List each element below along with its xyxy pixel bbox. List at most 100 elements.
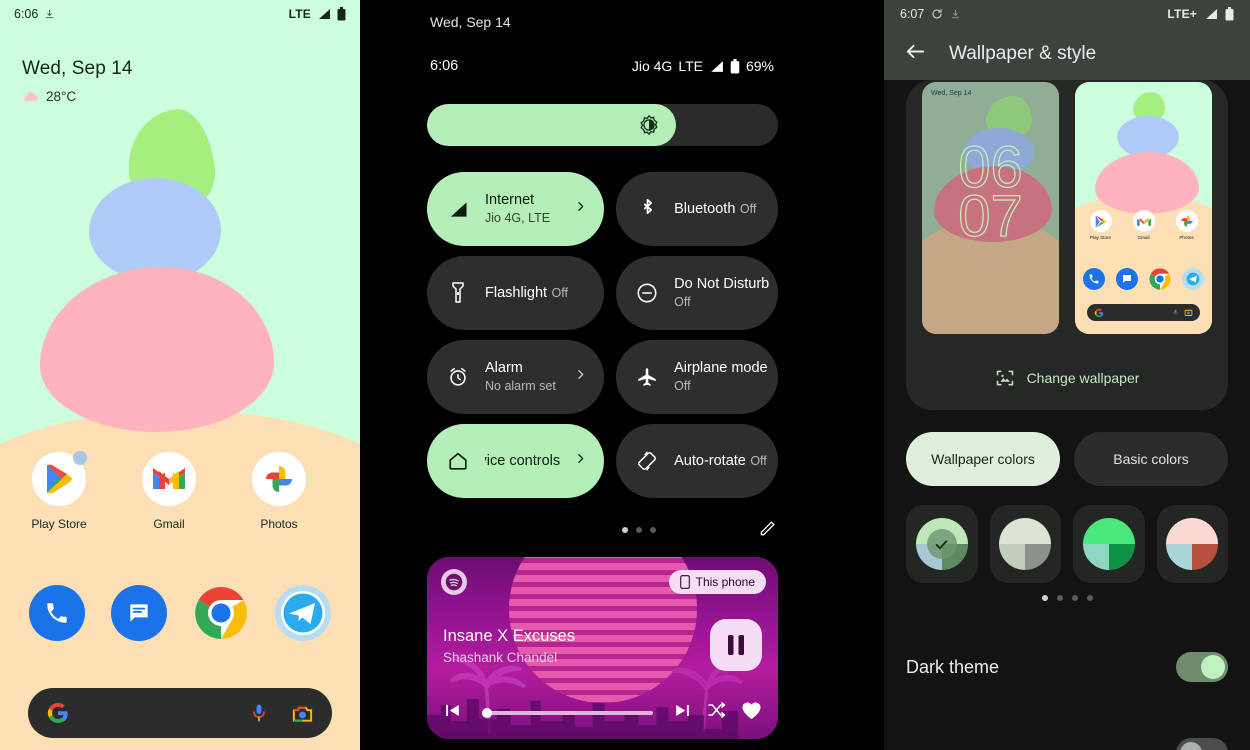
qs-tile-airplane-mode[interactable]: Airplane mode Off: [616, 340, 778, 414]
home-screen-panel: 6:06 LTE Wed, Sep 14 28°C Play Store Gma…: [0, 0, 360, 750]
qs-tile-title: Airplane mode: [674, 360, 768, 376]
next-setting-row-partial[interactable]: [906, 738, 1228, 750]
spotify-icon[interactable]: [441, 569, 467, 595]
wallpaper-preview-card: Wed, Sep 14 06 07 Play Store Gmail Photo…: [906, 80, 1228, 410]
qs-tile-bluetooth[interactable]: Bluetooth Off: [616, 172, 778, 246]
heart-icon[interactable]: [741, 701, 762, 725]
page-dot[interactable]: [1071, 595, 1078, 601]
app-photos[interactable]: Photos: [238, 452, 320, 531]
app-play-store[interactable]: Play Store: [18, 451, 100, 531]
qs-tile-subtitle: Off: [739, 202, 757, 216]
media-artist: Shashank Chandel: [443, 650, 558, 665]
qs-tile-subtitle: Jio 4G, LTE: [485, 211, 551, 225]
media-play-pause-button[interactable]: [710, 619, 762, 671]
pencil-edit-icon[interactable]: [758, 518, 778, 543]
qs-tile-title: Device controls: [485, 453, 561, 469]
dark-theme-row[interactable]: Dark theme: [906, 652, 1228, 682]
preview-lock-date: Wed, Sep 14: [931, 90, 972, 97]
status-time: 6:07: [900, 7, 925, 21]
home-screen-preview[interactable]: Play Store Gmail Photos: [1075, 82, 1212, 334]
preview-app-label: Gmail: [1137, 235, 1150, 240]
settings-app-bar: Wallpaper & style: [884, 28, 1250, 80]
chevron-right-icon[interactable]: [574, 368, 588, 386]
color-swatch-1[interactable]: [906, 505, 978, 583]
app-gmail[interactable]: Gmail: [128, 452, 210, 531]
chrome-icon: [195, 587, 247, 639]
page-indicator-dots: [622, 527, 656, 533]
qs-tile-auto-rotate[interactable]: Auto-rotate Off: [616, 424, 778, 498]
media-output-label: This phone: [695, 575, 755, 589]
chevron-right-icon[interactable]: [574, 452, 588, 470]
skip-next-icon[interactable]: [673, 701, 692, 725]
image-picker-icon: [996, 370, 1013, 386]
battery-icon: [337, 7, 346, 21]
messages-icon: [1116, 268, 1138, 290]
play-store-icon: [1089, 210, 1112, 232]
preview-stone-pink: [1095, 152, 1199, 214]
page-dot[interactable]: [622, 527, 628, 533]
three-panel-screenshot: 6:06 LTE Wed, Sep 14 28°C Play Store Gma…: [0, 0, 1250, 750]
dock-chrome[interactable]: [193, 585, 249, 641]
media-output-chip[interactable]: This phone: [668, 570, 766, 594]
microphone-icon[interactable]: [249, 702, 269, 724]
qs-tile-internet[interactable]: Internet Jio 4G, LTE: [427, 172, 605, 246]
preview-lock-clock: 06 07: [922, 138, 1059, 246]
google-g-icon: [47, 702, 68, 724]
battery-percent: 69%: [745, 58, 774, 74]
status-bar-right: LTE: [289, 7, 346, 21]
tab-basic-colors[interactable]: Basic colors: [1074, 432, 1228, 486]
auto-rotate-icon: [932, 9, 942, 19]
app-label: Photos: [260, 517, 298, 531]
home-clock-widget[interactable]: Wed, Sep 14 28°C: [22, 58, 133, 104]
dock-messages[interactable]: [111, 585, 167, 641]
tab-wallpaper-colors[interactable]: Wallpaper colors: [906, 432, 1060, 486]
swatch-quadrant: [1166, 544, 1193, 570]
qs-tile-title: Bluetooth: [674, 201, 736, 217]
color-swatch-4[interactable]: [1156, 505, 1228, 583]
qs-tile-do-not-disturb[interactable]: Do Not Disturb Off: [616, 256, 778, 330]
page-dot[interactable]: [636, 527, 642, 533]
flashlight-icon: [445, 280, 471, 306]
media-player-card[interactable]: This phone Insane X Excuses Shashank Cha…: [427, 557, 778, 739]
settings-status-left: 6:07: [900, 7, 961, 21]
brightness-slider[interactable]: [427, 104, 778, 146]
skip-previous-icon[interactable]: [443, 701, 462, 725]
auto-rotate-icon: [634, 448, 660, 474]
dock-telegram[interactable]: [275, 585, 331, 641]
signal-icon: [1206, 9, 1217, 19]
qs-tile-device-controls[interactable]: Device controls: [427, 424, 605, 498]
qs-tile-subtitle: Off: [674, 379, 691, 393]
media-seek-bar[interactable]: [482, 707, 653, 718]
page-dot[interactable]: [1041, 595, 1048, 601]
media-seek-knob[interactable]: [482, 707, 492, 718]
google-lens-icon[interactable]: [291, 702, 314, 725]
signal-icon: [445, 196, 471, 222]
home-dock: [0, 585, 360, 641]
lock-screen-preview[interactable]: Wed, Sep 14 06 07: [922, 82, 1059, 334]
qs-tile-text: Flashlight Off: [485, 284, 596, 302]
network-type-label: LTE+: [1167, 7, 1197, 21]
next-setting-toggle[interactable]: [1176, 738, 1228, 750]
back-arrow-icon[interactable]: [904, 40, 927, 68]
qs-tile-alarm[interactable]: Alarm No alarm set: [427, 340, 605, 414]
color-swatch-2[interactable]: [989, 505, 1061, 583]
page-dot[interactable]: [1086, 595, 1093, 601]
qs-tile-flashlight[interactable]: Flashlight Off: [427, 256, 605, 330]
color-swatch-3[interactable]: [1073, 505, 1145, 583]
home-temperature: 28°C: [46, 89, 77, 104]
home-weather[interactable]: 28°C: [22, 89, 133, 104]
dock-phone[interactable]: [29, 585, 85, 641]
app-label: Gmail: [153, 517, 185, 531]
dark-theme-toggle[interactable]: [1176, 652, 1228, 682]
color-source-tabs: Wallpaper colors Basic colors: [906, 432, 1228, 486]
change-wallpaper-button[interactable]: Change wallpaper: [906, 368, 1228, 388]
media-track-info: Insane X Excuses Shashank Chandel: [443, 627, 575, 665]
shuffle-icon[interactable]: [706, 700, 727, 725]
google-photos-icon: [1175, 210, 1198, 232]
page-dot[interactable]: [1056, 595, 1063, 601]
wallpaper-previews: Wed, Sep 14 06 07 Play Store Gmail Photo…: [922, 82, 1212, 334]
page-dot[interactable]: [650, 527, 656, 533]
swatch-quadrant: [1108, 544, 1135, 570]
google-search-bar[interactable]: [28, 688, 332, 738]
chevron-right-icon[interactable]: [574, 200, 588, 218]
